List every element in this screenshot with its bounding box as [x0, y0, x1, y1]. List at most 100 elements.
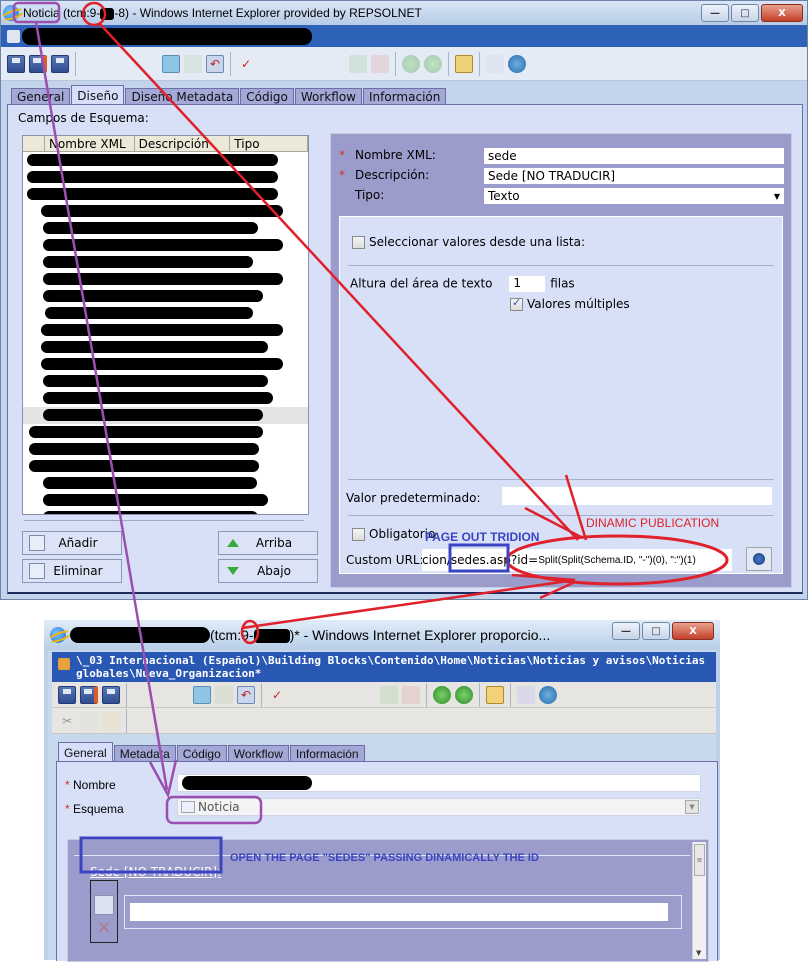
where-used-icon[interactable]	[455, 54, 473, 73]
minimize-button[interactable]: —	[701, 4, 729, 22]
tab-informacion[interactable]: Información	[289, 745, 365, 762]
save-new-icon[interactable]	[102, 685, 120, 704]
check-out-icon[interactable]	[184, 54, 202, 73]
title-bar[interactable]: (tcm:9-)* - Windows Internet Explorer pr…	[44, 620, 720, 650]
add-field-button[interactable]: Añadir	[22, 531, 122, 555]
minimize-button[interactable]: —	[612, 622, 640, 640]
tipo-select[interactable]: Texto	[484, 188, 784, 204]
undo-checkout-icon[interactable]: ↶	[206, 54, 224, 73]
mandatory-checkbox[interactable]	[352, 528, 365, 541]
custom-url-test-button[interactable]	[746, 547, 772, 571]
tree-row[interactable]	[23, 186, 308, 203]
tree-row[interactable]	[23, 475, 308, 492]
scroll-down-icon[interactable]: ▼	[696, 949, 701, 957]
preview-icon[interactable]	[517, 685, 535, 704]
tree-row[interactable]	[23, 288, 308, 305]
esquema-select[interactable]: Noticia ▼	[177, 798, 701, 816]
save-icon[interactable]	[58, 685, 76, 704]
add-value-icon[interactable]	[94, 895, 114, 915]
tree-row[interactable]	[23, 356, 308, 373]
close-button[interactable]: X	[672, 622, 714, 640]
close-button[interactable]: X	[761, 4, 803, 22]
publish-icon[interactable]	[433, 685, 451, 704]
dropdown-arrow-icon[interactable]: ▼	[685, 800, 699, 814]
remove-field-button[interactable]: Eliminar	[22, 559, 122, 583]
tab-general[interactable]: General	[58, 742, 113, 762]
unpublish-icon[interactable]	[424, 54, 442, 73]
preview-icon[interactable]	[486, 54, 504, 73]
tree-row[interactable]	[23, 322, 308, 339]
tree-row[interactable]	[23, 152, 308, 169]
tree-row[interactable]	[23, 424, 308, 441]
text-area-height-input[interactable]: 1	[508, 275, 547, 293]
tree-row[interactable]	[23, 509, 308, 514]
tab-metadata[interactable]: Metadata	[113, 745, 176, 762]
validate-icon[interactable]: ✓	[237, 55, 255, 73]
column-header-tipo[interactable]: Tipo	[230, 136, 308, 151]
default-value-input[interactable]	[502, 487, 772, 505]
tab-codigo[interactable]: Código	[240, 88, 294, 105]
tab-codigo[interactable]: Código	[176, 745, 227, 762]
undo-checkout-icon[interactable]: ↶	[237, 685, 255, 704]
nombre-xml-input[interactable]: sede	[484, 148, 784, 164]
tree-row[interactable]	[23, 441, 308, 458]
copy-icon[interactable]	[80, 711, 98, 730]
multiple-values-checkbox[interactable]	[510, 296, 523, 311]
sede-input[interactable]	[130, 903, 668, 921]
descripcion-input[interactable]: Sede [NO TRADUCIR]	[484, 168, 784, 184]
maximize-button[interactable]: □	[731, 4, 759, 22]
tree-row[interactable]	[23, 220, 308, 237]
tree-row[interactable]	[23, 458, 308, 475]
unlocalize-icon[interactable]	[402, 685, 420, 704]
title-bar[interactable]: Noticia (tcm:9- -8) - Windows Internet Ex…	[1, 1, 807, 25]
tab-general[interactable]: General	[11, 88, 71, 105]
localize-icon[interactable]	[349, 54, 367, 73]
validate-icon[interactable]: ✓	[268, 686, 286, 704]
tree-row[interactable]	[23, 203, 308, 220]
select-from-list-checkbox[interactable]	[352, 236, 365, 249]
tree-row[interactable]	[23, 305, 308, 322]
sede-custom-url-link[interactable]: Sede [NO TRADUCIR]:	[90, 865, 221, 879]
tree-row[interactable]	[23, 169, 308, 186]
tree-row[interactable]	[23, 407, 308, 424]
cut-icon[interactable]: ✂	[58, 712, 76, 730]
column-header-descripcion[interactable]: Descripción	[135, 136, 231, 151]
tab-diseno[interactable]: Diseño	[71, 85, 125, 105]
nombre-input[interactable]	[177, 774, 701, 792]
tree-row[interactable]	[23, 254, 308, 271]
save-new-icon[interactable]	[51, 54, 69, 73]
check-in-icon[interactable]	[162, 54, 180, 73]
remove-value-icon[interactable]: ✕	[94, 918, 114, 938]
tree-row[interactable]	[23, 492, 308, 509]
unpublish-icon[interactable]	[455, 685, 473, 704]
localize-icon[interactable]	[380, 685, 398, 704]
refresh-icon[interactable]	[539, 685, 557, 704]
tab-informacion[interactable]: Información	[363, 88, 447, 105]
tab-workflow[interactable]: Workflow	[227, 745, 289, 762]
tree-row[interactable]	[23, 390, 308, 407]
check-out-icon[interactable]	[215, 685, 233, 704]
save-icon[interactable]	[7, 54, 25, 73]
tree-row[interactable]	[23, 373, 308, 390]
publish-icon[interactable]	[402, 54, 420, 73]
unlocalize-icon[interactable]	[371, 54, 389, 73]
move-down-button[interactable]: Abajo	[218, 559, 318, 583]
check-in-icon[interactable]	[193, 685, 211, 704]
column-header-nombre-xml[interactable]: Nombre XML	[45, 136, 135, 151]
paste-icon[interactable]	[102, 711, 120, 730]
move-up-button[interactable]: Arriba	[218, 531, 318, 555]
tree-row[interactable]	[23, 237, 308, 254]
maximize-button[interactable]: □	[642, 622, 670, 640]
tab-diseno-metadata[interactable]: Diseño Metadata	[125, 88, 240, 105]
vertical-scrollbar[interactable]: ≡ ▼	[692, 842, 706, 959]
tree-row[interactable]	[23, 271, 308, 288]
scrollbar-thumb[interactable]: ≡	[694, 844, 705, 876]
tree-row[interactable]	[23, 339, 308, 356]
save-close-icon[interactable]	[29, 54, 47, 73]
custom-url-input[interactable]: cion/sedes.asp?id= Split(Split(Schema.ID,…	[422, 549, 732, 571]
refresh-icon[interactable]	[508, 54, 526, 73]
tab-workflow[interactable]: Workflow	[294, 88, 362, 105]
save-close-icon[interactable]	[80, 685, 98, 704]
schema-fields-tree[interactable]: Nombre XML Descripción Tipo	[22, 135, 309, 515]
where-used-icon[interactable]	[486, 685, 504, 704]
